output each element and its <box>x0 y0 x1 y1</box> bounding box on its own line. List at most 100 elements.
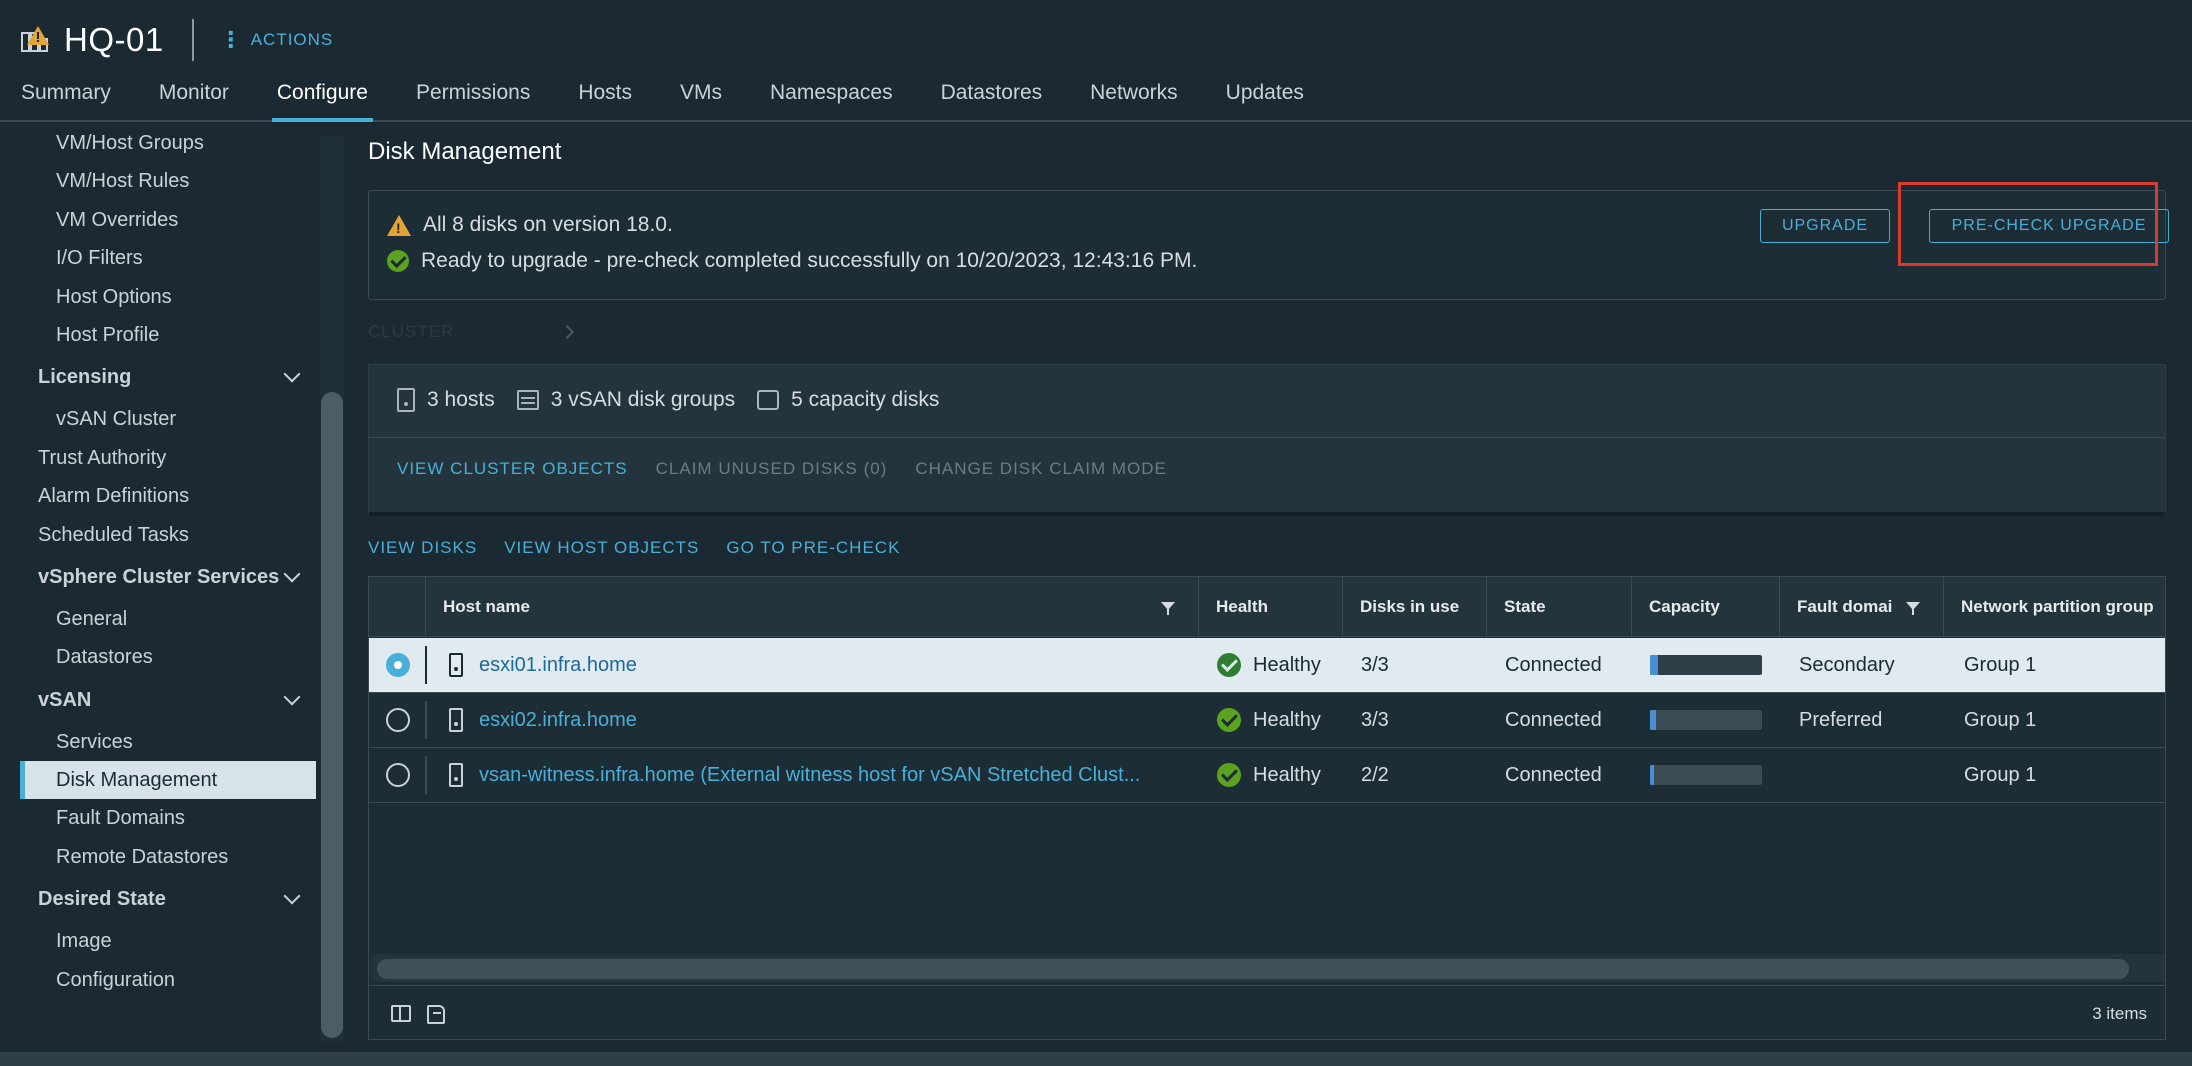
tab-monitor[interactable]: Monitor <box>159 78 229 122</box>
table-row[interactable]: vsan-witness.infra.home (External witnes… <box>369 748 2165 803</box>
column-separator[interactable] <box>1198 577 1199 637</box>
success-text: Ready to upgrade - pre-check completed s… <box>421 249 1198 272</box>
sidebar-item-disk-management[interactable]: Disk Management <box>20 761 316 800</box>
configure-sidebar: VM/Host Groups VM/Host Rules VM Overrides I… <box>0 124 346 1041</box>
go-to-pre-check-link[interactable]: GO TO PRE-CHECK <box>726 538 900 558</box>
chevron-down-icon[interactable] <box>283 565 301 583</box>
sidebar-item-i-o-filters[interactable]: I/O Filters <box>20 239 316 277</box>
sidebar-item-configuration[interactable]: Configuration <box>20 961 316 999</box>
row-select-radio[interactable] <box>386 653 410 677</box>
host-name-link[interactable]: vsan-witness.infra.home (External witnes… <box>479 748 1169 802</box>
sidebar-item-fault-domains[interactable]: Fault Domains <box>20 799 316 837</box>
warning-text: All 8 disks on version 18.0. <box>423 213 673 236</box>
sidebar-item-vm-host-rules[interactable]: VM/Host Rules <box>20 162 316 200</box>
more-vertical-icon: ⋮ <box>219 27 243 52</box>
sidebar-group-desired-state[interactable]: Desired State <box>20 876 316 922</box>
sidebar-item-scheduled-tasks[interactable]: Scheduled Tasks <box>20 516 316 554</box>
sidebar-item-label: Scheduled Tasks <box>38 523 189 546</box>
column-capacity[interactable]: Capacity <box>1649 577 1720 637</box>
disks-in-use: 3/3 <box>1361 709 1389 731</box>
capacity-bar <box>1650 765 1762 785</box>
filter-icon[interactable] <box>1906 602 1920 615</box>
column-disks-in-use[interactable]: Disks in use <box>1360 577 1459 637</box>
sidebar-item-datastores[interactable]: Datastores <box>20 638 316 676</box>
column-toggle-icon[interactable] <box>391 1005 411 1022</box>
sidebar-item-label: Disk Management <box>56 769 218 792</box>
summary-divider <box>369 437 2165 438</box>
host-name-link[interactable]: esxi01.infra.home <box>479 638 1169 692</box>
capacity-bar <box>1650 710 1762 730</box>
sidebar-item-general[interactable]: General <box>20 600 316 638</box>
connection-state: Connected <box>1505 709 1602 731</box>
sidebar-group-vsphere-cluster-services[interactable]: vSphere Cluster Services <box>20 554 316 600</box>
upgrade-button[interactable]: UPGRADE <box>1760 209 1890 243</box>
network-partition-group: Group 1 <box>1964 709 2037 731</box>
host-name-link[interactable]: esxi02.infra.home <box>479 693 1169 747</box>
tab-vms[interactable]: VMs <box>680 78 722 122</box>
column-separator[interactable] <box>1486 577 1487 637</box>
capacity-disks-count: 5 capacity disks <box>791 388 940 411</box>
column-separator[interactable] <box>1631 577 1632 637</box>
tab-namespaces[interactable]: Namespaces <box>770 78 893 122</box>
actions-menu-button[interactable]: ⋮ ACTIONS <box>220 29 334 51</box>
sidebar-group-licensing[interactable]: Licensing <box>20 354 316 400</box>
column-health[interactable]: Health <box>1216 577 1268 637</box>
table-row[interactable]: esxi02.infra.home Healthy 3/3 Connected Pref… <box>369 693 2165 748</box>
pre-check-upgrade-button[interactable]: PRE-CHECK UPGRADE <box>1929 209 2169 243</box>
sidebar-item-label: Remote Datastores <box>56 845 229 868</box>
sidebar-item-label: Fault Domains <box>56 807 185 830</box>
row-select-radio[interactable] <box>386 763 410 787</box>
view-host-objects-link[interactable]: VIEW HOST OBJECTS <box>504 538 699 558</box>
actions-label: ACTIONS <box>250 30 334 49</box>
column-separator[interactable] <box>1943 577 1944 637</box>
host-icon <box>449 708 463 732</box>
row-separator <box>425 701 427 739</box>
row-select-radio[interactable] <box>386 708 410 732</box>
table-row[interactable]: esxi01.infra.home Healthy 3/3 Connected Seco… <box>369 638 2165 693</box>
sidebar-item-remote-datastores[interactable]: Remote Datastores <box>20 838 316 876</box>
health-status: Healthy <box>1253 654 1321 676</box>
view-disks-link[interactable]: VIEW DISKS <box>368 538 477 558</box>
tab-networks[interactable]: Networks <box>1090 78 1178 122</box>
column-separator[interactable] <box>1779 577 1780 637</box>
datagrid-scrollbar-thumb[interactable] <box>377 959 2129 979</box>
column-host-name[interactable]: Host name <box>443 577 1143 637</box>
cluster-summary-box: 3 hosts 3 vSAN disk groups 5 capacity di… <box>368 364 2166 516</box>
datagrid-horizontal-scrollbar[interactable] <box>371 954 2165 982</box>
connection-state: Connected <box>1505 654 1602 676</box>
tab-configure[interactable]: Configure <box>271 78 374 122</box>
column-network-partition-group[interactable]: Network partition group <box>1961 577 2161 637</box>
view-cluster-objects-link[interactable]: VIEW CLUSTER OBJECTS <box>397 459 628 479</box>
sidebar-item-host-profile[interactable]: Host Profile <box>20 316 316 354</box>
filter-icon[interactable] <box>1161 602 1175 615</box>
sidebar-item-services[interactable]: Services <box>20 723 316 761</box>
sidebar-group-vsan[interactable]: vSAN <box>20 677 316 723</box>
column-separator[interactable] <box>1342 577 1343 637</box>
capacity-disk-icon <box>757 390 780 410</box>
sidebar-item-trust-authority[interactable]: Trust Authority <box>20 439 316 477</box>
chevron-down-icon[interactable] <box>283 887 301 905</box>
tab-summary[interactable]: Summary <box>21 78 111 122</box>
column-state[interactable]: State <box>1504 577 1546 637</box>
sidebar-item-alarm-definitions[interactable]: Alarm Definitions <box>20 477 316 515</box>
chevron-down-icon[interactable] <box>283 365 301 383</box>
sidebar-item-vm-host-groups[interactable]: VM/Host Groups <box>20 124 316 162</box>
tab-permissions[interactable]: Permissions <box>416 78 530 122</box>
sidebar-item-vsan-cluster[interactable]: vSAN Cluster <box>20 400 316 438</box>
export-icon[interactable] <box>427 1005 445 1024</box>
sidebar-item-label: Alarm Definitions <box>38 485 190 508</box>
title-divider <box>191 19 194 61</box>
title-row: HQ-01 ⋮ ACTIONS <box>20 18 333 62</box>
tab-hosts[interactable]: Hosts <box>578 78 632 122</box>
sidebar-item-vm-overrides[interactable]: VM Overrides <box>20 201 316 239</box>
sidebar-item-image[interactable]: Image <box>20 922 316 960</box>
chevron-down-icon[interactable] <box>283 688 301 706</box>
sidebar-item-host-options[interactable]: Host Options <box>20 278 316 316</box>
network-partition-group: Group 1 <box>1964 764 2037 786</box>
tab-updates[interactable]: Updates <box>1226 78 1304 122</box>
sidebar-item-label: Host Options <box>56 285 172 308</box>
column-fault-domain[interactable]: Fault domai <box>1797 577 1905 637</box>
sidebar-scrollbar-thumb[interactable] <box>321 392 343 1038</box>
tab-datastores[interactable]: Datastores <box>941 78 1043 122</box>
sidebar-item-label: General <box>56 607 128 630</box>
